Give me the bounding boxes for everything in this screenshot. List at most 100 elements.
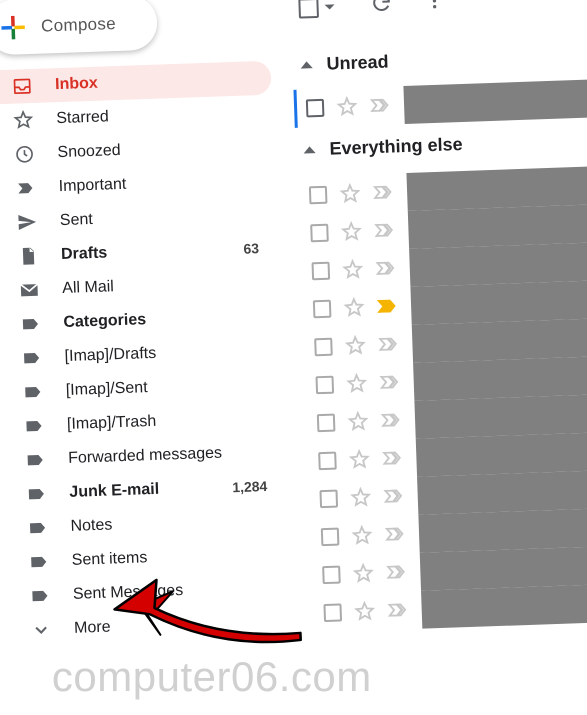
importance-icon[interactable] (376, 261, 398, 276)
importance-icon (14, 177, 37, 200)
mail-content (420, 546, 587, 591)
mail-content (413, 356, 587, 401)
star-icon[interactable] (340, 221, 363, 244)
label-icon (24, 449, 47, 472)
importance-icon[interactable] (385, 527, 407, 542)
nav-label: [Imap]/Sent (66, 375, 265, 400)
row-checkbox[interactable] (315, 376, 334, 395)
label-icon (26, 517, 49, 540)
label-icon (19, 313, 42, 336)
mail-content (403, 79, 587, 124)
more-icon[interactable] (424, 0, 445, 16)
mail-content (421, 584, 587, 629)
nav-label: Forwarded messages (68, 443, 267, 468)
star-icon[interactable] (349, 486, 372, 509)
row-checkbox[interactable] (312, 262, 331, 281)
mail-content (406, 166, 587, 211)
nav-label: Snoozed (57, 137, 256, 162)
mail-content (414, 394, 587, 439)
importance-icon[interactable] (386, 565, 408, 580)
nav-label: Categories (63, 307, 262, 332)
star-icon[interactable] (341, 259, 364, 282)
star-icon (12, 109, 35, 132)
else-list (297, 166, 587, 632)
nav-label: Notes (70, 511, 269, 536)
row-checkbox[interactable] (317, 414, 336, 433)
nav-label: More (74, 613, 273, 638)
row-checkbox[interactable] (313, 300, 332, 319)
toolbar (298, 0, 471, 22)
row-checkbox[interactable] (306, 99, 325, 118)
section-unread-label: Unread (326, 52, 389, 75)
nav-label: All Mail (62, 273, 261, 298)
compose-button[interactable]: Compose (0, 0, 158, 55)
section-unread[interactable]: Unread (300, 52, 389, 76)
star-icon[interactable] (351, 524, 374, 547)
send-icon (16, 211, 39, 234)
nav-label: Sent Messages (73, 579, 272, 604)
label-icon (27, 551, 50, 574)
star-icon[interactable] (336, 96, 359, 119)
section-else-label: Everything else (329, 134, 463, 160)
nav-label: Sent (60, 205, 259, 230)
row-checkbox[interactable] (309, 186, 328, 205)
row-checkbox[interactable] (310, 224, 329, 243)
mail-content (410, 280, 587, 325)
star-icon[interactable] (343, 296, 366, 319)
compose-label: Compose (41, 14, 117, 37)
nav-label: Important (58, 171, 257, 196)
nav-label: [Imap]/Drafts (64, 341, 263, 366)
clock-icon (13, 143, 36, 166)
row-checkbox[interactable] (314, 338, 333, 357)
mail-content (417, 470, 587, 515)
caret-up-icon (300, 61, 312, 68)
importance-icon[interactable] (370, 98, 392, 113)
select-all-checkbox[interactable] (298, 0, 319, 18)
importance-icon[interactable] (374, 223, 396, 238)
section-else[interactable]: Everything else (303, 134, 463, 161)
refresh-icon[interactable] (370, 0, 393, 19)
plus-icon (0, 13, 28, 42)
mail-icon (18, 279, 41, 302)
star-icon[interactable] (345, 372, 368, 395)
mail-row[interactable] (293, 79, 587, 128)
sidebar: Inbox Starred Snoozed Important Sent Dra… (0, 61, 291, 649)
mail-content (408, 204, 587, 249)
nav-count: 63 (243, 240, 259, 257)
mail-content (418, 508, 587, 553)
nav-label: Sent items (71, 545, 270, 570)
importance-icon[interactable] (381, 413, 403, 428)
chevron-down-icon (30, 619, 53, 642)
nav-label: Drafts (61, 240, 244, 264)
nav-label: Inbox (55, 69, 254, 94)
importance-icon[interactable] (383, 489, 405, 504)
star-icon[interactable] (339, 183, 362, 206)
star-icon[interactable] (347, 410, 370, 433)
row-checkbox[interactable] (318, 452, 337, 471)
star-icon[interactable] (353, 600, 376, 623)
nav-label: Junk E-mail (69, 478, 232, 502)
select-dropdown-caret-icon[interactable] (325, 4, 335, 9)
star-icon[interactable] (352, 562, 375, 585)
row-checkbox[interactable] (322, 566, 341, 585)
importance-icon[interactable] (387, 603, 409, 618)
row-checkbox[interactable] (321, 528, 340, 547)
importance-icon[interactable] (377, 299, 399, 314)
importance-icon[interactable] (373, 185, 395, 200)
caret-up-icon (303, 146, 315, 153)
importance-icon[interactable] (382, 451, 404, 466)
mail-content (409, 242, 587, 287)
row-checkbox[interactable] (319, 490, 338, 509)
star-icon[interactable] (344, 334, 367, 357)
label-icon (21, 381, 44, 404)
importance-icon[interactable] (380, 375, 402, 390)
label-icon (20, 347, 43, 370)
nav-count: 1,284 (232, 478, 268, 495)
nav-label: Starred (56, 103, 255, 128)
row-checkbox[interactable] (323, 603, 342, 622)
watermark: computer06.com (52, 653, 372, 701)
file-icon (17, 245, 40, 268)
importance-icon[interactable] (378, 337, 400, 352)
star-icon[interactable] (348, 448, 371, 471)
label-icon (29, 585, 52, 608)
